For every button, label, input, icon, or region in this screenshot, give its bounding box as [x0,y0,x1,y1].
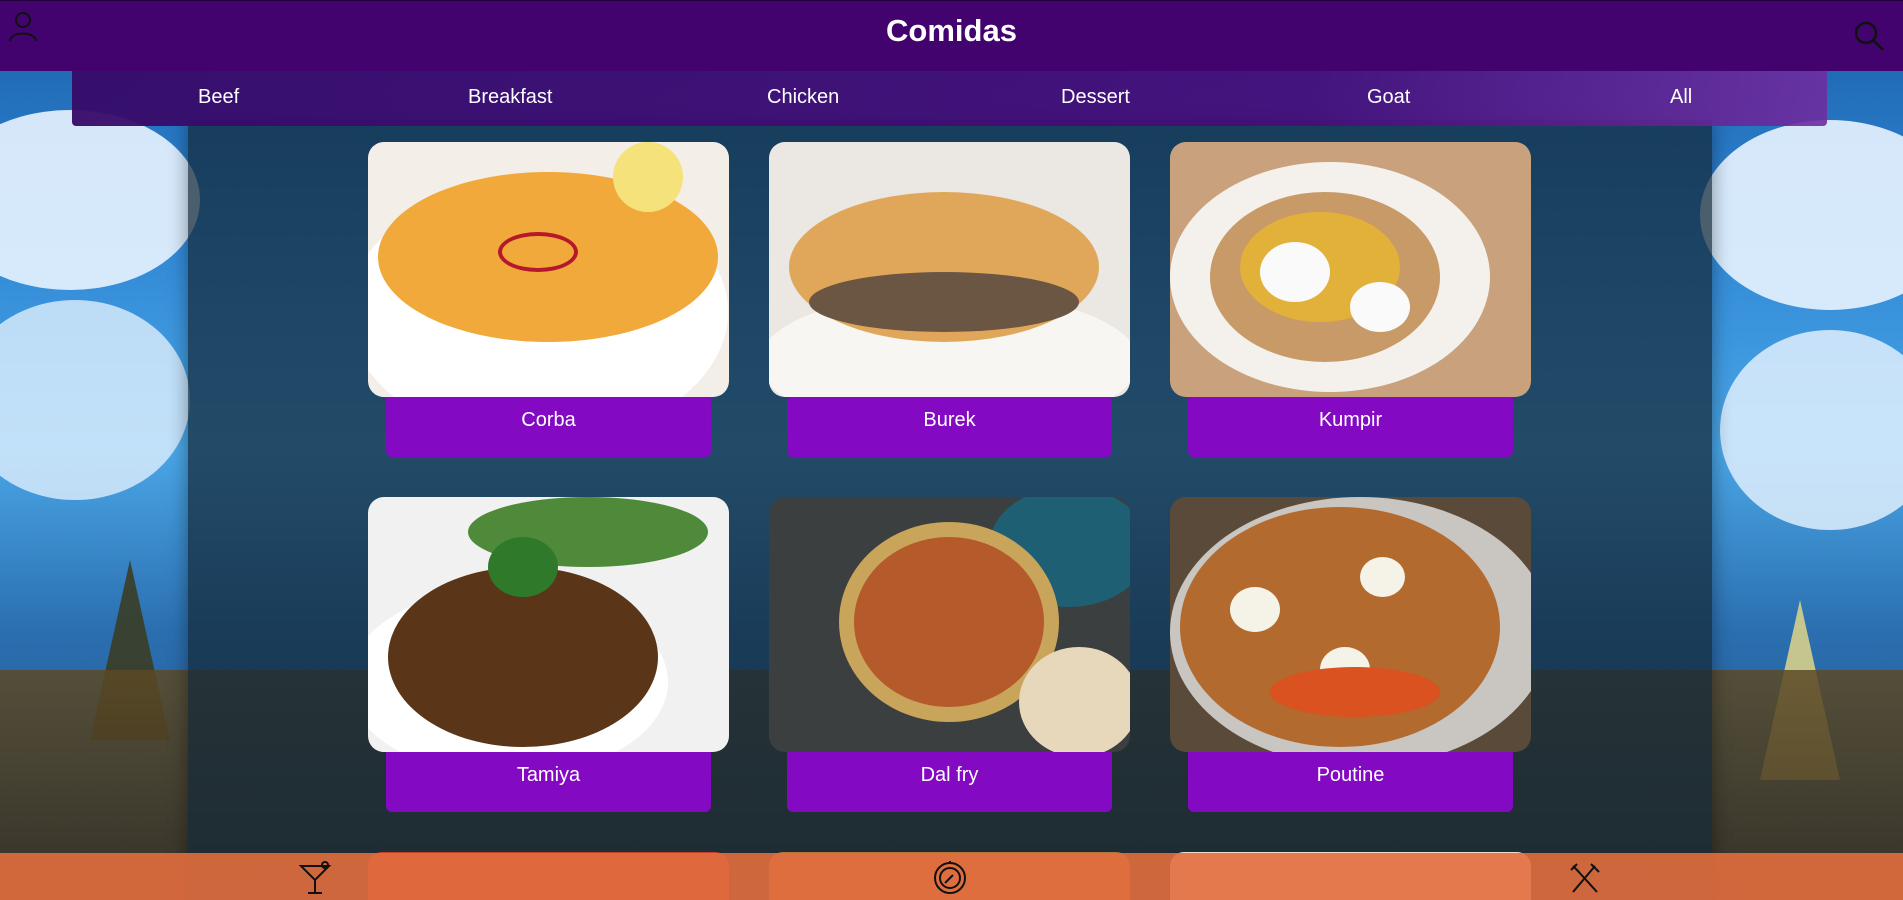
meal-photo[interactable] [769,497,1130,752]
meal-photo[interactable] [1170,497,1531,752]
meal-photo[interactable] [368,142,729,397]
category-nav: Beef Breakfast Chicken Dessert Goat All [72,71,1827,126]
meal-photo[interactable] [769,142,1130,397]
compass-icon[interactable] [930,859,970,897]
category-chicken[interactable]: Chicken [767,86,839,109]
meal-card[interactable]: Kumpir [1170,142,1531,457]
meal-name[interactable]: Burek [787,397,1112,457]
meal-name[interactable]: Dal fry [787,752,1112,812]
meal-card[interactable]: Tamiya [368,497,729,812]
meal-card[interactable]: Burek [769,142,1130,457]
meal-card[interactable]: Corba [368,142,729,457]
meal-photo[interactable] [368,497,729,752]
meal-name[interactable]: Tamiya [386,752,711,812]
top-bar: Comidas [0,0,1903,71]
page-title: Comidas [886,13,1017,48]
meal-name[interactable]: Poutine [1188,752,1513,812]
category-dessert[interactable]: Dessert [1061,86,1130,109]
meal-name[interactable]: Kumpir [1188,397,1513,457]
category-goat[interactable]: Goat [1367,86,1410,109]
search-icon[interactable] [1852,19,1886,53]
meal-name[interactable]: Corba [386,397,711,457]
bottom-nav [0,853,1903,900]
meal-card[interactable]: Dal fry [769,497,1130,812]
category-beef[interactable]: Beef [198,86,239,109]
utensils-icon[interactable] [1565,859,1605,897]
meal-photo[interactable] [1170,142,1531,397]
category-all[interactable]: All [1670,86,1692,109]
cocktail-icon[interactable] [295,859,335,897]
category-breakfast[interactable]: Breakfast [468,86,552,109]
meal-card[interactable]: Poutine [1170,497,1531,812]
